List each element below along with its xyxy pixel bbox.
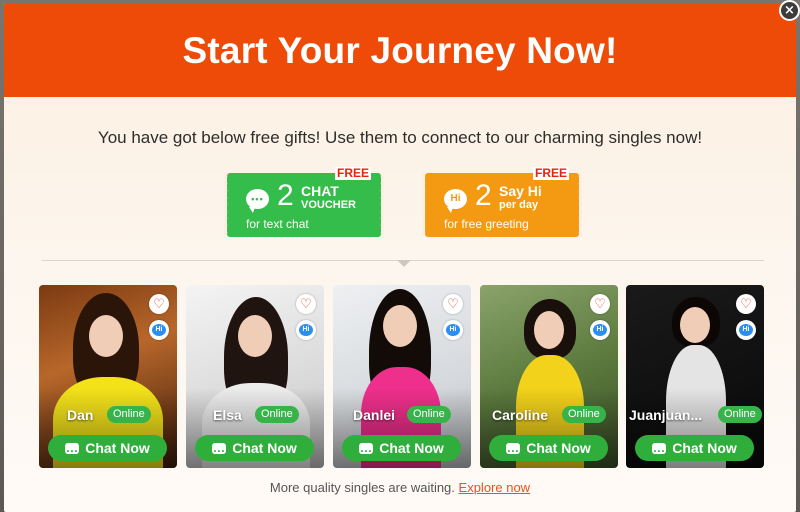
free-badge: FREE xyxy=(532,166,569,180)
gift-modal: Start Your Journey Now! You have got bel… xyxy=(4,4,796,512)
hi-bubble-icon: Hi xyxy=(444,189,467,213)
say-hi-icon[interactable]: Hi xyxy=(296,320,316,340)
voucher-subtitle: VOUCHER xyxy=(301,199,357,211)
modal-title: Start Your Journey Now! xyxy=(182,29,618,71)
chat-icon xyxy=(506,438,521,464)
voucher-description: for text chat xyxy=(246,217,309,231)
profile-name[interactable]: Juanjuan... xyxy=(629,407,702,424)
voucher-title: Say Hi xyxy=(499,183,542,199)
like-heart-icon[interactable]: ♡ xyxy=(149,294,169,314)
chat-voucher: FREE ••• 2 CHAT VOUCHER for text chat xyxy=(224,167,384,237)
say-hi-voucher: FREE Hi 2 Say Hi per day for free greeti… xyxy=(422,167,582,237)
profile-name[interactable]: Danlei xyxy=(353,407,395,424)
chat-icon xyxy=(652,438,667,464)
like-heart-icon[interactable]: ♡ xyxy=(736,294,756,314)
voucher-subtitle: per day xyxy=(499,199,539,211)
online-badge: Online xyxy=(562,406,606,423)
voucher-count: 2 xyxy=(475,179,492,212)
profile-name[interactable]: Elsa xyxy=(213,407,242,424)
modal-header: Start Your Journey Now! xyxy=(4,4,796,97)
chat-now-button[interactable]: Chat Now xyxy=(635,435,754,464)
online-badge: Online xyxy=(718,406,762,423)
chat-icon xyxy=(212,438,227,464)
profile-card-elsa[interactable]: ♡ Hi Elsa Online Chat Now xyxy=(186,285,324,468)
like-heart-icon[interactable]: ♡ xyxy=(590,294,610,314)
online-badge: Online xyxy=(255,406,299,423)
say-hi-icon[interactable]: Hi xyxy=(736,320,756,340)
profile-card-danlei[interactable]: ♡ Hi Danlei Online Chat Now xyxy=(333,285,471,468)
profile-name[interactable]: Dan xyxy=(67,407,93,424)
footer-text: More quality singles are waiting. xyxy=(269,480,455,495)
chat-now-button[interactable]: Chat Now xyxy=(48,435,167,464)
say-hi-icon[interactable]: Hi xyxy=(590,320,610,340)
explore-now-link[interactable]: Explore now xyxy=(459,480,531,495)
gift-intro-text: You have got below free gifts! Use them … xyxy=(97,128,703,147)
chat-bubble-icon: ••• xyxy=(246,189,269,213)
voucher-title: CHAT xyxy=(301,183,339,199)
say-hi-icon[interactable]: Hi xyxy=(443,320,463,340)
like-heart-icon[interactable]: ♡ xyxy=(443,294,463,314)
chat-now-button[interactable]: Chat Now xyxy=(195,435,314,464)
online-badge: Online xyxy=(407,406,451,423)
chat-now-button[interactable]: Chat Now xyxy=(342,435,461,464)
divider-arrow-icon xyxy=(397,260,411,267)
footer-message: More quality singles are waiting. Explor… xyxy=(0,480,800,495)
like-heart-icon[interactable]: ♡ xyxy=(296,294,316,314)
online-badge: Online xyxy=(107,406,151,423)
chat-now-button[interactable]: Chat Now xyxy=(489,435,608,464)
profile-name[interactable]: Caroline xyxy=(492,407,548,424)
profile-card-dan[interactable]: ♡ Hi Dan Online Chat Now xyxy=(39,285,177,468)
chat-icon xyxy=(359,438,374,464)
say-hi-icon[interactable]: Hi xyxy=(149,320,169,340)
close-icon[interactable]: × xyxy=(779,0,800,21)
voucher-count: 2 xyxy=(277,179,294,212)
profile-card-juanjuan[interactable]: ♡ Hi Juanjuan... Online Chat Now xyxy=(626,285,764,468)
free-badge: FREE xyxy=(334,166,371,180)
profile-card-caroline[interactable]: ♡ Hi Caroline Online Chat Now xyxy=(480,285,618,468)
voucher-description: for free greeting xyxy=(444,217,529,231)
chat-icon xyxy=(65,438,80,464)
